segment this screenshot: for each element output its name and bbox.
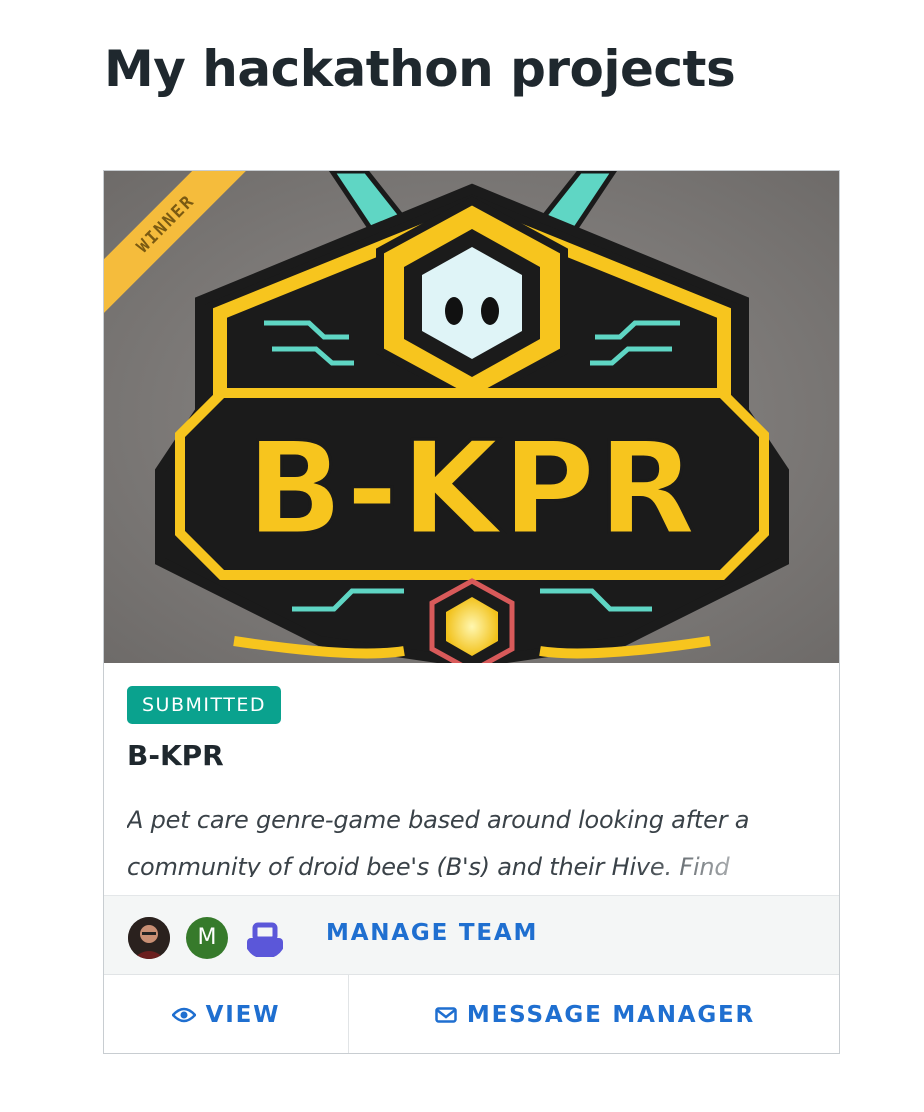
page-title: My hackathon projects — [104, 40, 736, 98]
manage-team-link[interactable]: MANAGE TEAM — [326, 920, 538, 946]
team-bar: M MANAGE TEAM — [104, 895, 839, 975]
robot-avatar-icon[interactable] — [244, 917, 286, 959]
project-card: B-KPR WINNER SUBMITTED B-KPR A pet care … — [103, 170, 840, 1054]
description-fade — [637, 844, 817, 877]
message-manager-label: MESSAGE MANAGER — [466, 1002, 756, 1028]
team-member-avatar-initial[interactable]: M — [186, 917, 228, 959]
view-button[interactable]: VIEW — [104, 975, 349, 1053]
envelope-icon — [435, 1007, 457, 1023]
team-member-avatar-photo[interactable] — [128, 917, 170, 959]
person-avatar-icon — [128, 917, 170, 959]
status-badge: SUBMITTED — [127, 686, 282, 724]
eye-icon — [171, 1007, 196, 1023]
card-actions: VIEW MESSAGE MANAGER — [104, 975, 839, 1053]
project-description: A pet care genre-game based around looki… — [127, 797, 817, 877]
b-kpr-logo-image: B-KPR — [104, 171, 839, 663]
project-thumbnail[interactable]: B-KPR WINNER — [104, 171, 839, 663]
logo-text: B-KPR — [246, 415, 698, 564]
project-title[interactable]: B-KPR — [127, 739, 224, 772]
view-button-label: VIEW — [205, 1002, 281, 1028]
message-manager-button[interactable]: MESSAGE MANAGER — [349, 975, 839, 1053]
